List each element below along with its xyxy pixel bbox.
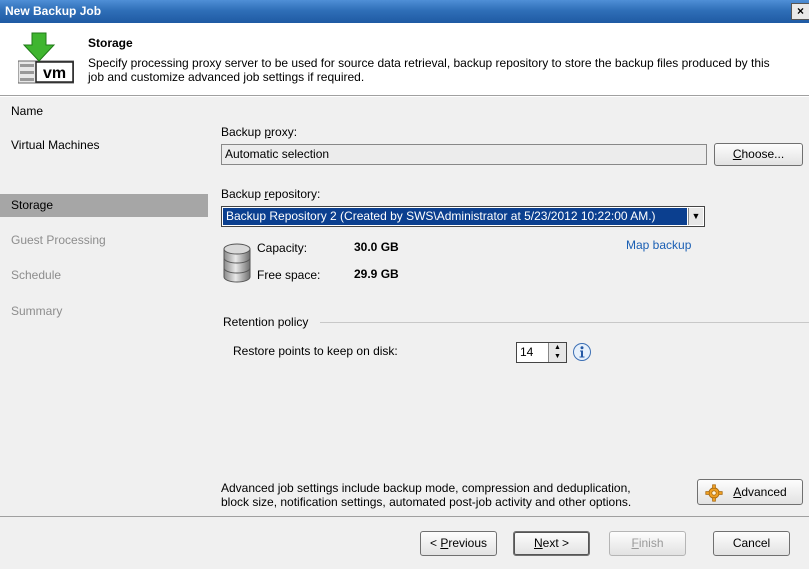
button-text: dvanced	[741, 485, 787, 499]
label-text: epository:	[268, 187, 321, 201]
button-text: ext >	[542, 536, 570, 550]
label-text: Backup	[221, 125, 265, 139]
step-schedule: Schedule	[11, 268, 62, 282]
step-guest-processing: Guest Processing	[11, 233, 106, 247]
step-virtual-machines[interactable]: Virtual Machines	[0, 134, 208, 157]
step-storage[interactable]: Storage	[0, 194, 208, 217]
stepper-up-icon[interactable]: ▲	[549, 343, 566, 352]
stepper-down-icon[interactable]: ▼	[549, 352, 566, 361]
svg-text:vm: vm	[43, 65, 66, 82]
step-name[interactable]: Name	[0, 100, 208, 123]
previous-button[interactable]: < Previous	[420, 531, 497, 556]
button-text: inish	[638, 536, 664, 550]
info-icon[interactable]	[572, 342, 592, 362]
description-line-2: job and customize advanced job settings …	[88, 70, 365, 84]
backup-repository-label: Backup repository:	[221, 187, 320, 201]
label-text: Backup	[221, 187, 265, 201]
page-title: Storage	[88, 36, 133, 50]
description-line-1: Specify processing proxy server to be us…	[88, 56, 770, 70]
repository-selected-value: Backup Repository 2 (Created by SWS\Admi…	[223, 208, 687, 225]
page-description: Specify processing proxy server to be us…	[88, 56, 808, 84]
stepper-buttons[interactable]: ▲ ▼	[548, 343, 566, 362]
next-button[interactable]: Next >	[513, 531, 590, 556]
storage-settings: Backup proxy: Automatic selection Choose…	[208, 97, 809, 516]
cancel-button[interactable]: Cancel	[713, 531, 790, 556]
button-text: hoose...	[741, 147, 785, 161]
backup-proxy-field: Automatic selection	[221, 144, 707, 165]
close-button[interactable]: ×	[791, 3, 809, 20]
free-space-label: Free space:	[257, 268, 321, 282]
step-summary: Summary	[11, 304, 63, 318]
button-text: revious	[448, 536, 488, 550]
restore-points-label: Restore points to keep on disk:	[233, 344, 398, 358]
wizard-footer: < Previous Next > Finish Cancel	[0, 516, 809, 569]
button-text: <	[429, 536, 441, 550]
access-key: N	[533, 536, 543, 550]
retention-group-divider	[320, 322, 809, 323]
wizard-steps: Name Virtual Machines Storage Guest Proc…	[0, 97, 208, 516]
title-bar: New Backup Job ×	[0, 0, 809, 23]
capacity-value: 30.0 GB	[354, 240, 399, 254]
access-key: F	[631, 536, 639, 550]
map-backup-link[interactable]: Map backup	[626, 238, 691, 252]
advanced-description: Advanced job settings include backup mod…	[221, 481, 631, 509]
gear-icon	[705, 484, 723, 502]
dropdown-arrow-icon[interactable]: ▼	[688, 208, 703, 225]
restore-points-stepper[interactable]: 14 ▲ ▼	[516, 342, 567, 363]
restore-points-value: 14	[520, 345, 534, 359]
database-icon	[223, 243, 251, 283]
backup-repository-select[interactable]: Backup Repository 2 (Created by SWS\Admi…	[221, 206, 705, 227]
free-space-value: 29.9 GB	[354, 267, 399, 281]
vm-storage-icon: vm	[18, 32, 74, 84]
wizard-header: vm Storage Specify processing proxy serv…	[0, 23, 809, 96]
capacity-label: Capacity:	[257, 241, 308, 255]
finish-button: Finish	[609, 531, 686, 556]
advanced-line-2: block size, notification settings, autom…	[221, 495, 632, 509]
window-title: New Backup Job	[5, 4, 102, 18]
retention-policy-label: Retention policy	[223, 315, 309, 329]
advanced-button[interactable]: Advanced	[697, 479, 803, 505]
advanced-line-1: Advanced job settings include backup mod…	[221, 481, 631, 495]
backup-proxy-label: Backup proxy:	[221, 125, 297, 139]
choose-proxy-button[interactable]: Choose...	[714, 143, 803, 166]
label-text: roxy:	[271, 125, 298, 139]
